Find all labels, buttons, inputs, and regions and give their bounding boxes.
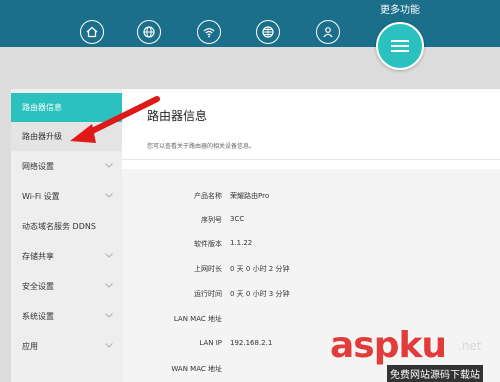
info-label: 运行时间 xyxy=(194,290,222,298)
info-label: WAN MAC 地址 xyxy=(171,365,222,373)
info-label: 上网时长 xyxy=(194,265,222,273)
sidebar-item-label: 网络设置 xyxy=(22,162,54,171)
sidebar-item-applications[interactable]: 应用 xyxy=(11,332,122,361)
sidebar-item-label: 路由器升级 xyxy=(22,132,62,141)
sidebar-item-router-info[interactable]: 路由器信息 xyxy=(11,93,122,122)
sidebar-item-label: 存储共享 xyxy=(22,252,54,261)
info-value: 192.168.2.1 xyxy=(230,339,273,347)
top-navigation-bar xyxy=(0,0,500,47)
chevron-down-icon xyxy=(105,313,113,318)
info-label: 软件版本 xyxy=(194,240,222,248)
chevron-down-icon xyxy=(105,253,113,258)
info-row-serial-number: 序列号 3CC xyxy=(122,215,500,225)
sidebar-item-security-settings[interactable]: 安全设置 xyxy=(11,272,122,301)
info-value: 1.1.22 xyxy=(230,239,253,247)
chevron-down-icon xyxy=(105,283,113,288)
info-label: 序列号 xyxy=(201,216,222,224)
watermark-brand: aspku xyxy=(330,325,447,366)
chevron-down-icon xyxy=(105,163,113,168)
network-globe-icon[interactable] xyxy=(256,20,280,44)
sidebar-item-network-settings[interactable]: 网络设置 xyxy=(11,152,122,181)
sidebar-item-ddns[interactable]: 动态域名服务 DDNS xyxy=(11,212,122,241)
info-label: 产品名称 xyxy=(194,192,222,200)
sidebar-item-label: 路由器信息 xyxy=(22,103,62,112)
chevron-down-icon xyxy=(105,193,113,198)
wifi-icon[interactable] xyxy=(197,20,221,44)
user-icon[interactable] xyxy=(316,20,340,44)
sidebar-item-label: 系统设置 xyxy=(22,312,54,321)
divider xyxy=(122,159,500,160)
sidebar-item-label: 应用 xyxy=(22,342,38,351)
watermark-domain: .net xyxy=(458,339,482,353)
sidebar-item-router-upgrade[interactable]: 路由器升级 xyxy=(11,122,122,151)
info-label: LAN IP xyxy=(199,339,222,347)
menu-icon[interactable] xyxy=(376,22,424,70)
page-subtitle: 您可以查看关于路由器的相关设备信息。 xyxy=(147,143,256,150)
info-row-lan-mac: LAN MAC 地址 xyxy=(122,314,500,324)
sidebar-item-label: 动态域名服务 DDNS xyxy=(22,222,96,231)
chevron-down-icon xyxy=(105,343,113,348)
sidebar-item-wifi-settings[interactable]: Wi-Fi 设置 xyxy=(11,182,122,211)
info-row-software-version: 软件版本 1.1.22 xyxy=(122,239,500,249)
info-row-uptime: 运行时间 0 天 0 小时 3 分钟 xyxy=(122,289,500,299)
info-row-product-name: 产品名称 荣耀路由Pro xyxy=(122,191,500,201)
info-label: LAN MAC 地址 xyxy=(173,315,222,323)
home-icon[interactable] xyxy=(80,20,104,44)
info-row-online-duration: 上网时长 0 天 0 小时 2 分钟 xyxy=(122,264,500,274)
info-value: 3CC xyxy=(230,215,245,223)
sidebar-item-label: Wi-Fi 设置 xyxy=(22,192,60,201)
info-value: 荣耀路由Pro xyxy=(230,192,270,200)
sidebar-item-label: 安全设置 xyxy=(22,282,54,291)
globe-icon[interactable] xyxy=(137,20,161,44)
info-value: 0 天 0 小时 3 分钟 xyxy=(230,290,290,298)
sidebar-item-storage-sharing[interactable]: 存储共享 xyxy=(11,242,122,271)
sidebar: 路由器信息 路由器升级 网络设置 Wi-Fi 设置 动态域名服务 DDNS 存储… xyxy=(11,89,122,382)
more-functions-label[interactable]: 更多功能 xyxy=(380,1,420,16)
page-title: 路由器信息 xyxy=(147,109,208,123)
watermark-tagline: 免费网站源码下载站 xyxy=(387,365,483,382)
sidebar-item-system-settings[interactable]: 系统设置 xyxy=(11,302,122,331)
info-value: 0 天 0 小时 2 分钟 xyxy=(230,265,290,273)
